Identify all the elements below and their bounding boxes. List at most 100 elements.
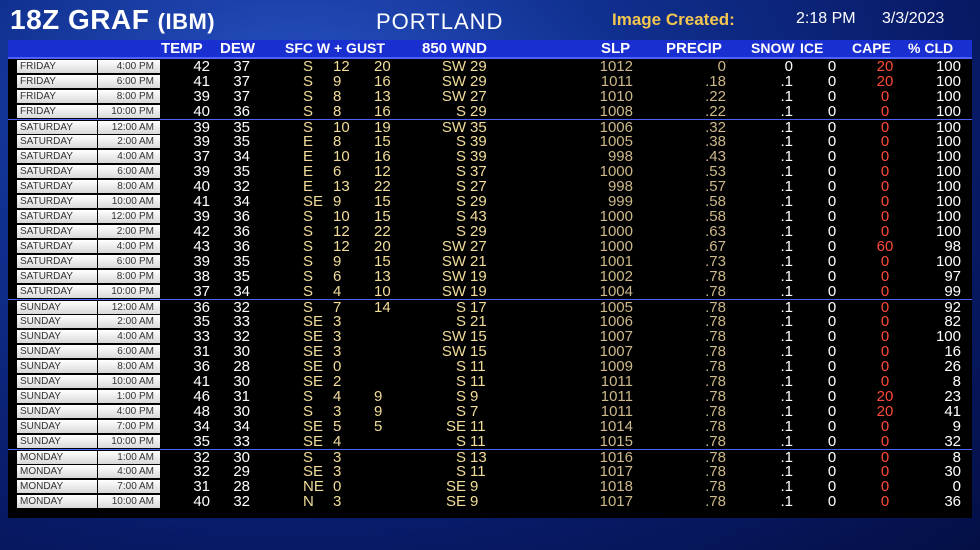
time-cell: 6:00 PM [98, 255, 160, 268]
table-row: SATURDAY 6:00 AM 39 35 E 6 12 S 37 1000 .53 .1 0 0 100 [8, 164, 972, 179]
850-speed-cell: 27 [470, 238, 487, 255]
column-header-bar: TEMP DEW SFC W + GUST 850 WND SLP PRECIP… [8, 40, 972, 59]
cape-cell: 0 [880, 193, 890, 210]
time-cell: 2:00 AM [98, 135, 160, 148]
cloud-cell: 100 [935, 148, 961, 165]
cape-cell: 0 [880, 373, 890, 390]
dew-cell: 33 [233, 313, 250, 330]
precip-cell: .78 [705, 283, 726, 300]
sfc-speed-cell: 8 [333, 88, 342, 105]
time-cell: 12:00 PM [98, 210, 160, 223]
sfc-dir-cell: E [303, 148, 314, 165]
sfc-speed-cell: 9 [333, 73, 342, 90]
time-cell: 7:00 PM [98, 420, 160, 433]
cloud-cell: 100 [935, 73, 961, 90]
time-cell: 12:00 AM [98, 121, 160, 134]
snow-cell: .1 [780, 343, 793, 360]
time-cell: 8:00 PM [98, 270, 160, 283]
850-dir-cell: SW [441, 283, 466, 300]
dew-cell: 35 [233, 268, 250, 285]
cloud-cell: 97 [944, 268, 961, 285]
dew-cell: 34 [233, 283, 250, 300]
temp-cell: 40 [193, 178, 210, 195]
ice-cell: 0 [827, 403, 837, 420]
gust-cell [374, 434, 398, 449]
col-cloud: % CLD [908, 40, 954, 56]
temp-cell: 31 [193, 343, 210, 360]
table-row: FRIDAY 4:00 PM 42 37 S 12 20 SW 29 1012 0 0 0 20 100 [8, 59, 972, 74]
precip-cell: .53 [705, 163, 726, 180]
sfc-speed-cell: 9 [333, 193, 342, 210]
table-row: SATURDAY 6:00 PM 39 35 S 9 15 SW 21 1001 .73 .1 0 0 10… [8, 254, 972, 269]
sfc-speed-cell: 10 [333, 208, 350, 225]
gust-cell [374, 450, 398, 465]
ice-cell: 0 [827, 373, 837, 390]
850-dir-cell: S [455, 133, 466, 150]
time-cell: 10:00 AM [98, 495, 160, 508]
gust-cell: 16 [374, 148, 391, 165]
850-speed-cell: 29 [470, 73, 487, 90]
temp-cell: 39 [193, 253, 210, 270]
temp-cell: 39 [193, 133, 210, 150]
temp-cell: 41 [193, 73, 210, 90]
850-speed-cell: 11 [470, 418, 486, 435]
precip-cell: .78 [705, 328, 726, 345]
850-speed-cell: 29 [470, 193, 487, 210]
slp-cell: 1010 [599, 88, 633, 105]
day-cell: SATURDAY [17, 165, 97, 178]
temp-cell: 43 [193, 238, 210, 255]
day-cell: SATURDAY [17, 225, 97, 238]
ice-cell: 0 [827, 73, 837, 90]
ice-cell: 0 [827, 178, 837, 195]
time-cell: 7:00 AM [98, 480, 160, 493]
cloud-cell: 30 [944, 463, 961, 480]
850-dir-cell: S [455, 208, 466, 225]
created-time: 2:18 PM [796, 10, 856, 27]
cloud-cell: 26 [944, 358, 961, 375]
cloud-cell: 99 [944, 283, 961, 300]
cloud-cell: 100 [935, 223, 961, 240]
dew-cell: 36 [233, 103, 250, 120]
dew-cell: 37 [233, 88, 250, 105]
850-dir-cell: SE [445, 478, 466, 495]
precip-cell: .78 [705, 433, 726, 450]
850-speed-cell: 21 [470, 313, 487, 330]
gust-cell [374, 329, 398, 344]
table-row: MONDAY 10:00 AM 40 32 N 3 SE 9 1017 .78 .1 0 0 36 [8, 494, 972, 509]
850-dir-cell: S [455, 313, 466, 330]
cloud-cell: 100 [935, 253, 961, 270]
ice-cell: 0 [827, 478, 837, 495]
day-cell: SATURDAY [17, 195, 97, 208]
850-dir-cell: S [455, 403, 466, 420]
table-row: SATURDAY 4:00 PM 43 36 S 12 20 SW 27 1000 .67 .1 0 60… [8, 239, 972, 254]
time-cell: 10:00 PM [98, 105, 160, 118]
snow-cell: .1 [780, 358, 793, 375]
sfc-dir-cell: S [303, 208, 314, 225]
time-cell: 12:00 AM [98, 301, 160, 314]
day-cell: SATURDAY [17, 255, 97, 268]
snow-cell: .1 [780, 313, 793, 330]
sfc-speed-cell: 4 [333, 433, 342, 450]
gust-cell: 16 [374, 103, 391, 120]
sfc-dir-cell: S [303, 88, 314, 105]
temp-cell: 41 [193, 373, 210, 390]
850-dir-cell: S [455, 388, 466, 405]
table-row: SATURDAY 2:00 PM 42 36 S 12 22 S 29 1000.63.1 0 0 10… [8, 224, 972, 239]
ice-cell: 0 [827, 358, 837, 375]
cape-cell: 60 [876, 238, 894, 255]
location-label: PORTLAND [376, 9, 504, 34]
dew-cell: 30 [233, 373, 250, 390]
table-row: SUNDAY 7:00 PM 34 34 SE 5 5 SE 11 1014.78.1 0 0 9 [8, 419, 972, 434]
sfc-dir-cell: SE [303, 373, 324, 390]
sfc-dir-cell: SE [303, 313, 324, 330]
850-dir-cell: SW [441, 58, 466, 75]
time-cell: 4:00 PM [98, 240, 160, 253]
cloud-cell: 100 [935, 328, 961, 345]
table-row: SUNDAY 2:00 AM 35 33 SE 3 S 21 1006 .78 .1 0 0 82 [8, 314, 972, 329]
gust-cell: 15 [374, 253, 391, 270]
dew-cell: 36 [233, 223, 250, 240]
snow-cell: .1 [780, 208, 793, 225]
snow-cell: .1 [780, 253, 793, 270]
dew-cell: 28 [233, 478, 250, 495]
gust-cell [374, 479, 398, 494]
